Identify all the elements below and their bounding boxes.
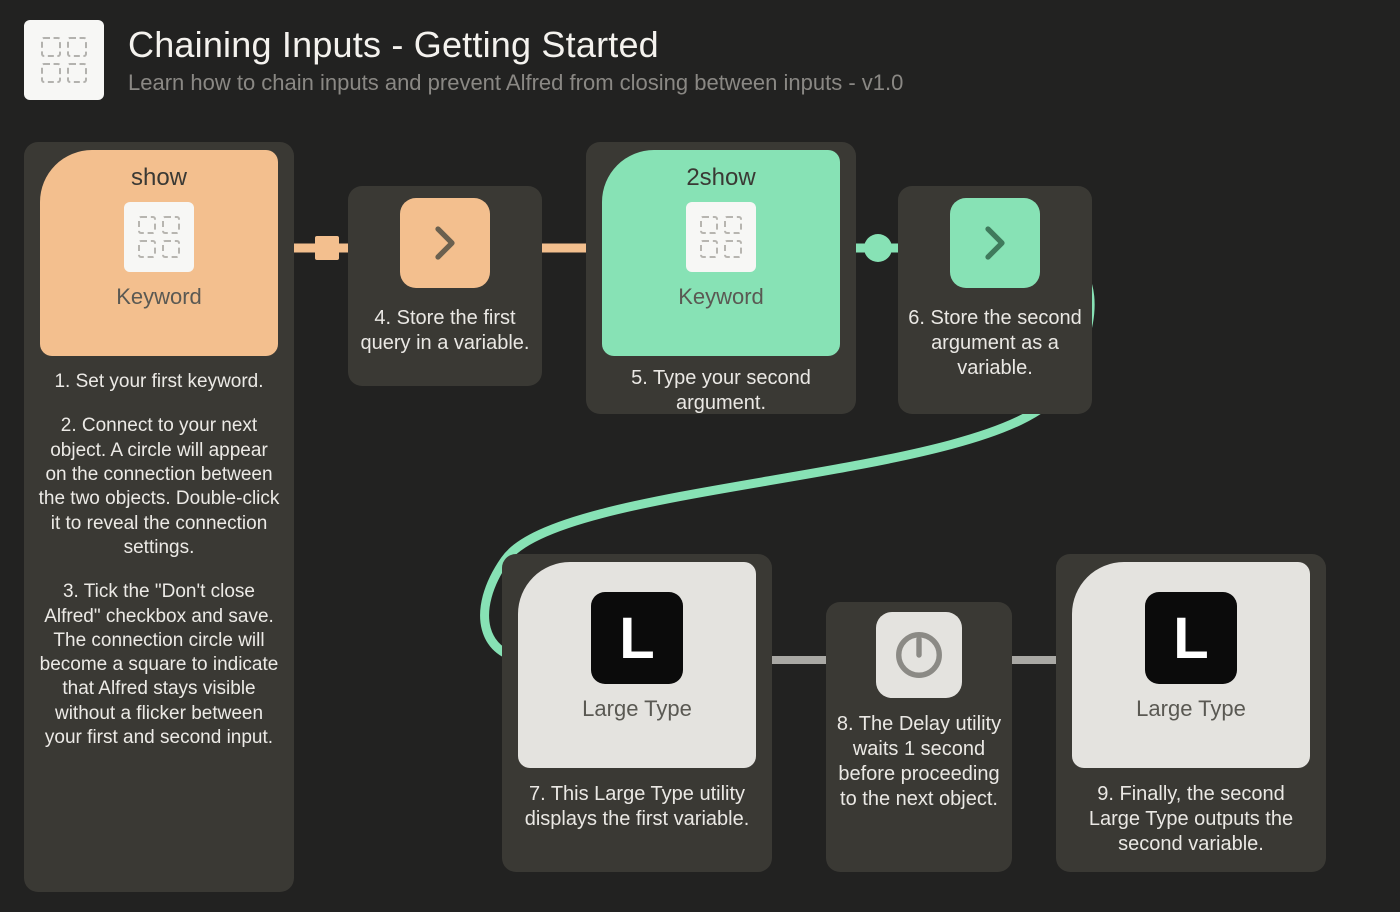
node-keyword-2-type: Keyword <box>678 284 764 310</box>
caption-7: 7. This Large Type utility displays the … <box>510 782 764 832</box>
workflow-canvas[interactable]: show Keyword 1. Set your first keyword. … <box>0 130 1400 912</box>
caption-4: 4. Store the first query in a variable. <box>348 306 542 356</box>
workflow-subtitle: Learn how to chain inputs and prevent Al… <box>128 70 903 96</box>
instruction-text: 1. Set your first keyword. 2. Connect to… <box>32 370 286 750</box>
note-store-first[interactable]: 4. Store the first query in a variable. <box>348 186 542 386</box>
node-arg-utility-2[interactable] <box>950 198 1040 288</box>
node-large-1-type: Large Type <box>582 696 692 722</box>
workflow-grid-icon <box>41 37 87 83</box>
node-large-type-1[interactable]: L Large Type <box>518 562 756 768</box>
node-large-2-type: Large Type <box>1136 696 1246 722</box>
workflow-icon <box>24 20 104 100</box>
workflow-title: Chaining Inputs - Getting Started <box>128 24 903 66</box>
workflow-grid-icon <box>124 202 194 272</box>
delay-knob-icon <box>892 628 946 682</box>
caption-9: 9. Finally, the second Large Type output… <box>1064 782 1318 857</box>
node-delay[interactable] <box>876 612 962 698</box>
chevron-right-icon <box>974 222 1016 264</box>
caption-8: 8. The Delay utility waits 1 second befo… <box>826 712 1012 812</box>
node-keyword-1[interactable]: show Keyword <box>40 150 278 356</box>
node-keyword-2[interactable]: 2show Keyword <box>602 150 840 356</box>
note-large-1[interactable]: L Large Type 7. This Large Type utility … <box>502 554 772 872</box>
node-keyword-1-type: Keyword <box>116 284 202 310</box>
workflow-header: Chaining Inputs - Getting Started Learn … <box>0 0 1400 126</box>
large-type-L-icon: L <box>591 592 683 684</box>
chevron-right-icon <box>424 222 466 264</box>
workflow-grid-icon <box>686 202 756 272</box>
node-large-type-2[interactable]: L Large Type <box>1072 562 1310 768</box>
large-type-L-icon: L <box>1145 592 1237 684</box>
caption-5: 5. Type your second argument. <box>594 366 848 416</box>
note-store-second[interactable]: 6. Store the second argument as a variab… <box>898 186 1092 414</box>
note-delay[interactable]: 8. The Delay utility waits 1 second befo… <box>826 602 1012 872</box>
note-large-2[interactable]: L Large Type 9. Finally, the second Larg… <box>1056 554 1326 872</box>
node-arg-utility-1[interactable] <box>400 198 490 288</box>
note-instructions[interactable]: show Keyword 1. Set your first keyword. … <box>24 142 294 892</box>
node-keyword-1-title: show <box>131 164 187 192</box>
node-keyword-2-title: 2show <box>686 164 755 192</box>
note-keyword-2[interactable]: 2show Keyword 5. Type your second argume… <box>586 142 856 414</box>
caption-6: 6. Store the second argument as a variab… <box>898 306 1092 381</box>
